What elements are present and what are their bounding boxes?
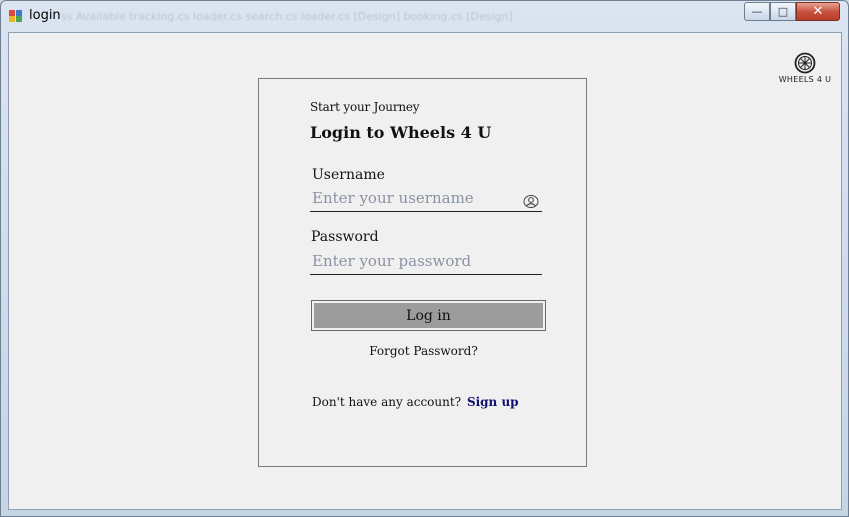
brand-logo: WHEELS 4 U: [775, 52, 835, 84]
password-input[interactable]: [310, 247, 542, 275]
username-label: Username: [312, 167, 385, 183]
password-label: Password: [311, 229, 379, 245]
minimize-button[interactable]: —: [744, 2, 770, 21]
login-card: Start your Journey Login to Wheels 4 U U…: [258, 78, 587, 467]
app-window: login ss Available tracking.cs loader.cs…: [0, 0, 849, 517]
form-client-area: WHEELS 4 U Start your Journey Login to W…: [8, 32, 842, 510]
app-icon: [9, 10, 23, 22]
brand-name: WHEELS 4 U: [778, 75, 832, 84]
login-kicker: Start your Journey: [310, 100, 420, 114]
login-button[interactable]: Log in: [311, 300, 546, 331]
signup-link[interactable]: Sign up: [467, 395, 519, 409]
close-button[interactable]: ✕: [796, 2, 840, 21]
maximize-button[interactable]: □: [770, 2, 796, 21]
wheel-icon: [794, 52, 816, 74]
signup-row: Don't have any account? Sign up: [312, 395, 519, 409]
user-circle-icon: [523, 195, 539, 208]
signup-prompt: Don't have any account?: [312, 395, 462, 409]
window-controls: — □ ✕: [744, 2, 840, 22]
title-bar[interactable]: login ss Available tracking.cs loader.cs…: [1, 1, 848, 31]
window-title: login: [29, 8, 61, 23]
forgot-password-link[interactable]: Forgot Password?: [259, 344, 588, 358]
username-input[interactable]: [310, 184, 542, 212]
background-tabs-ghost: ss Available tracking.cs loader.cs searc…: [61, 10, 513, 23]
login-heading: Login to Wheels 4 U: [310, 123, 492, 142]
